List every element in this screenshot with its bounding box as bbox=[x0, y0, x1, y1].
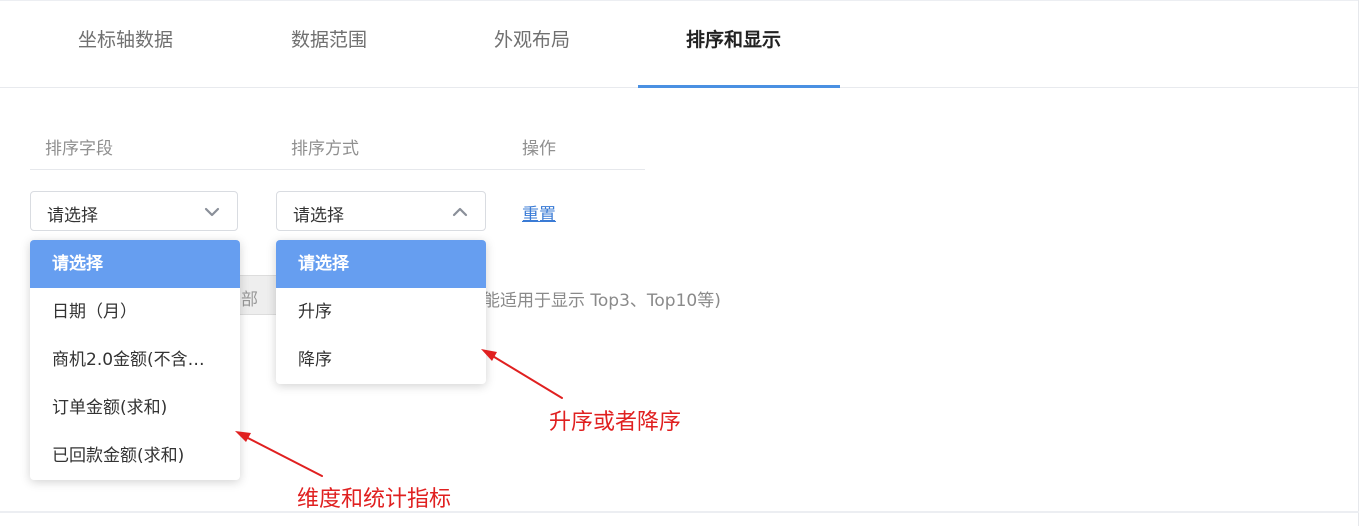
order-annotation-arrow-head bbox=[481, 349, 497, 361]
annotation-arrows bbox=[235, 349, 563, 477]
order-annotation-arrow-line bbox=[485, 351, 563, 399]
field-annotation-arrow-line bbox=[239, 433, 323, 477]
order-annotation-text: 升序或者降序 bbox=[549, 410, 682, 435]
field-annotation-text: 维度和统计指标 bbox=[297, 487, 452, 512]
field-annotation-arrow-head bbox=[235, 431, 251, 442]
